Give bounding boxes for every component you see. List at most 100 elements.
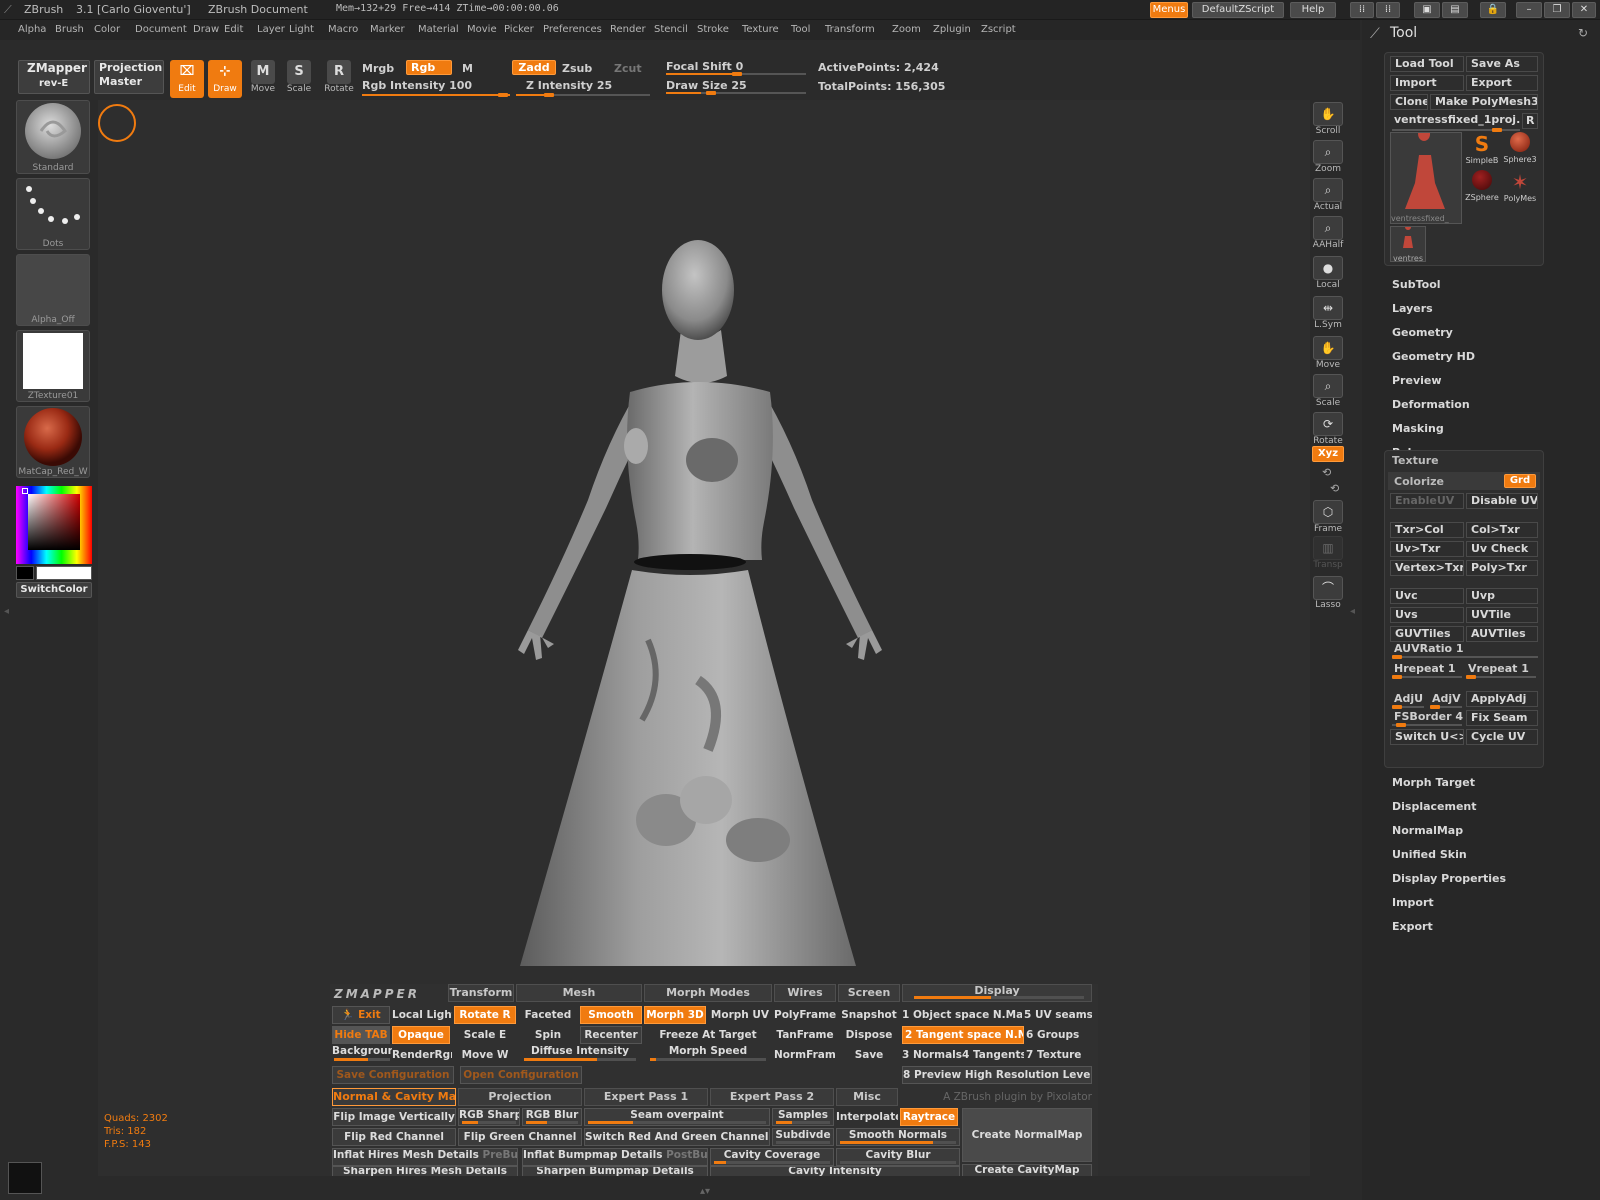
background-slider-track[interactable] (334, 1058, 390, 1061)
adjv-knob[interactable] (1430, 705, 1440, 709)
window-swap-icon[interactable]: ▤ (1442, 2, 1468, 18)
zsub-button[interactable]: Zsub (562, 62, 592, 75)
sharpen-hires-slider[interactable]: Sharpen Hires Mesh Details (332, 1166, 518, 1176)
secondary-color-swatch[interactable] (16, 566, 34, 580)
cavity-blur-track[interactable] (840, 1161, 956, 1164)
tangent-space-nmap[interactable]: 2 Tangent space N.Map (902, 1026, 1024, 1044)
menu-color[interactable]: Color (94, 24, 120, 35)
close-icon[interactable]: ✕ (1572, 2, 1596, 18)
faceted-toggle[interactable]: Faceted (518, 1006, 578, 1024)
section-displacement[interactable]: Displacement (1392, 800, 1477, 813)
colorize-label[interactable]: Colorize (1394, 475, 1444, 488)
left-panel-arrow-icon[interactable]: ◂ (4, 606, 9, 617)
hrepeat-slider[interactable] (1392, 675, 1462, 679)
uv-check-button[interactable]: Uv Check (1466, 541, 1538, 557)
menu-material[interactable]: Material (418, 24, 459, 35)
fsborder-slider[interactable] (1392, 723, 1462, 727)
section-display-properties[interactable]: Display Properties (1392, 872, 1506, 885)
uvc-button[interactable]: Uvc (1390, 588, 1464, 604)
tab-display[interactable]: Display (902, 984, 1092, 1002)
tool-r-button[interactable]: R (1522, 113, 1538, 129)
adju-slider[interactable] (1392, 705, 1424, 709)
section-export[interactable]: Export (1392, 920, 1433, 933)
flip-red-channel-button[interactable]: Flip Red Channel (332, 1128, 456, 1146)
scale-button[interactable]: S Scale (282, 60, 316, 98)
diffuse-intensity-track[interactable] (524, 1058, 636, 1061)
save-button-zm[interactable]: Save (838, 1046, 900, 1064)
color-picker[interactable] (16, 486, 92, 564)
hrepeat-knob[interactable] (1392, 675, 1402, 679)
tab-expert-pass-2[interactable]: Expert Pass 2 (710, 1088, 834, 1106)
menu-picker[interactable]: Picker (504, 24, 534, 35)
section-import[interactable]: Import (1392, 896, 1434, 909)
mrgb-button[interactable]: Mrgb (362, 62, 394, 75)
menu-tool[interactable]: Tool (791, 24, 810, 35)
rgb-sharp-track[interactable] (462, 1121, 516, 1124)
section-normalmap[interactable]: NormalMap (1392, 824, 1463, 837)
shelf-scroll-button[interactable]: ✋ Scroll (1310, 102, 1346, 138)
uvs-button[interactable]: Uvs (1390, 607, 1464, 623)
shelf-lsym-button[interactable]: ⇹ L.Sym (1310, 296, 1346, 332)
normals-toggle[interactable]: 3 Normals (902, 1046, 962, 1064)
z-intensity-slider[interactable] (516, 93, 650, 97)
fix-seam-button[interactable]: Fix Seam (1466, 710, 1538, 726)
minimize-icon[interactable]: – (1516, 2, 1542, 18)
smooth-normals-track[interactable] (840, 1141, 956, 1144)
shelf-transp-button[interactable]: ▥ Transp (1310, 536, 1346, 572)
raytrace-button[interactable]: Raytrace (900, 1108, 958, 1126)
tool-thumb-simplebrush[interactable]: S SimpleB (1464, 132, 1500, 170)
grd-button[interactable]: Grd (1504, 474, 1536, 488)
hrepeat-label[interactable]: Hrepeat 1 (1394, 662, 1456, 675)
rotate-button[interactable]: R Rotate (322, 60, 356, 98)
freeze-at-target-toggle[interactable]: Freeze At Target (644, 1026, 772, 1044)
section-subtool[interactable]: SubTool (1392, 278, 1441, 291)
morph-3d-button[interactable]: Morph 3D (644, 1006, 706, 1024)
tab-mesh[interactable]: Mesh (516, 984, 642, 1002)
snapshot-button[interactable]: Snapshot (838, 1006, 900, 1024)
cavity-intensity-slider[interactable]: Cavity Intensity (710, 1166, 960, 1176)
tab-misc[interactable]: Misc (836, 1088, 898, 1106)
menu-stencil[interactable]: Stencil (654, 24, 688, 35)
rgb-intensity-label[interactable]: Rgb Intensity 100 (362, 79, 472, 92)
tab-morph-modes[interactable]: Morph Modes (644, 984, 772, 1002)
tool-thumb-polymesh[interactable]: ✶ PolyMes (1502, 170, 1538, 208)
tangents-toggle[interactable]: 4 Tangents (962, 1046, 1024, 1064)
normframe-toggle[interactable]: NormFrame (774, 1046, 836, 1064)
fsborder-knob[interactable] (1396, 723, 1406, 727)
opaque-button[interactable]: Opaque (392, 1026, 450, 1044)
renderrgn-toggle[interactable]: RenderRgn (392, 1046, 452, 1064)
sharpen-bumpmap-slider[interactable]: Sharpen Bumpmap Details (522, 1166, 708, 1176)
alpha-slot[interactable]: Alpha_Off (16, 254, 90, 326)
shelf-frame-button[interactable]: ⬡ Frame (1310, 500, 1346, 536)
scale-e-button[interactable]: Scale E (454, 1026, 516, 1044)
focal-shift-knob[interactable] (732, 72, 742, 76)
inflat-hires-slider[interactable]: Inflat Hires Mesh Details PreBump (332, 1148, 518, 1166)
move-w-button[interactable]: Move W (454, 1046, 516, 1064)
draw-button[interactable]: ⊹ Draw (208, 60, 242, 98)
enableuv-button[interactable]: EnableUV (1390, 493, 1464, 509)
menu-layer[interactable]: Layer (257, 24, 285, 35)
auvratio-slider[interactable] (1392, 655, 1538, 659)
shelf-scale-button[interactable]: ⌕ Scale (1310, 374, 1346, 410)
uv-seams-toggle[interactable]: 5 UV seams (1024, 1006, 1092, 1024)
section-deformation[interactable]: Deformation (1392, 398, 1470, 411)
rgb-button[interactable]: Rgb (406, 60, 452, 75)
auvratio-knob[interactable] (1392, 655, 1402, 659)
move-button[interactable]: M Move (246, 60, 280, 98)
rotate-y-icon[interactable]: ⟲ (1322, 466, 1331, 479)
viewport-navigator[interactable] (8, 1162, 42, 1194)
menu-render[interactable]: Render (610, 24, 646, 35)
shelf-actual-button[interactable]: ⌕ Actual (1310, 178, 1346, 214)
texture-7-toggle[interactable]: 7 Texture (1026, 1046, 1092, 1064)
tab-screen[interactable]: Screen (838, 984, 900, 1002)
tab-wires[interactable]: Wires (774, 984, 836, 1002)
bottom-scroll-arrow-icon[interactable]: ▴▾ (700, 1186, 710, 1197)
morph-speed-track[interactable] (650, 1058, 766, 1061)
shelf-lasso-button[interactable]: ⌒ Lasso (1310, 576, 1346, 612)
preview-high-res-button[interactable]: 8 Preview High Resolution Level (902, 1066, 1092, 1084)
tool-panel-refresh-icon[interactable]: ↻ (1578, 26, 1588, 40)
menu-draw[interactable]: Draw (193, 24, 219, 35)
rgb-intensity-knob[interactable] (498, 93, 508, 97)
switch-uv-button[interactable]: Switch U<>V (1390, 729, 1464, 745)
save-configuration-button[interactable]: Save Configuration (332, 1066, 454, 1084)
